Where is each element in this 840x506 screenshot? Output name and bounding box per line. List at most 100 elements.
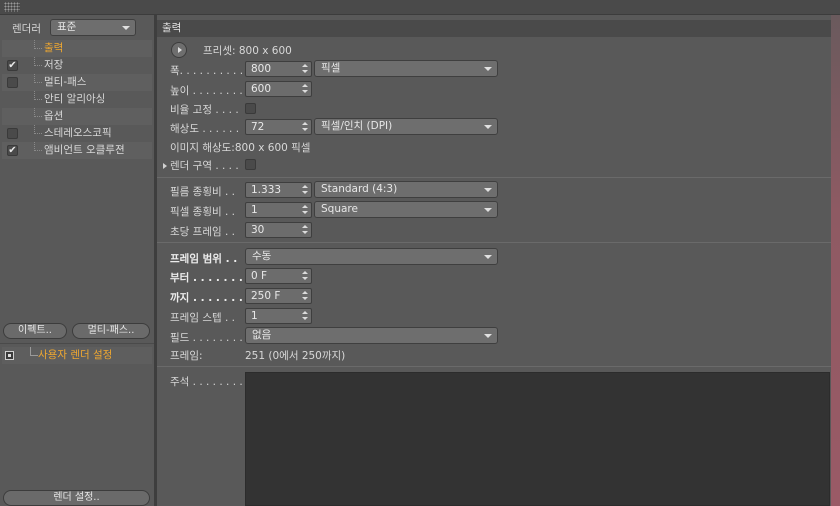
spinner-icon[interactable] <box>302 311 308 321</box>
to-value: 250 F <box>251 290 281 302</box>
resolution-unit-dropdown[interactable]: 픽셀/인치 (DPI) <box>314 118 498 135</box>
notes-textarea[interactable] <box>245 372 830 506</box>
resolution-label: 해상도 . . . . . . <box>170 123 240 135</box>
resolution-value: 72 <box>251 121 265 133</box>
fps-label: 초당 프레임 . . <box>170 226 235 238</box>
spinner-icon[interactable] <box>302 225 308 235</box>
pixel-aspect-field[interactable]: 1 <box>245 202 312 218</box>
from-field[interactable]: 0 F <box>245 268 312 284</box>
field-dropdown[interactable]: 없음 <box>245 327 498 344</box>
lock-ratio-label: 비율 고정 . . . . <box>170 104 239 116</box>
chevron-down-icon <box>122 26 130 30</box>
renderer-value: 표준 <box>57 21 77 33</box>
list-item-label: 저장 <box>44 59 64 71</box>
image-resolution-text: 이미지 해상도:800 x 600 픽셀 <box>170 142 311 154</box>
tree-connector-icon <box>34 74 42 83</box>
preset-play-icon[interactable] <box>171 42 187 58</box>
list-item-label: 스테레오스코픽 <box>44 127 112 139</box>
render-setting-marker-icon <box>5 351 14 360</box>
spinner-icon[interactable] <box>302 205 308 215</box>
frame-range-dropdown[interactable]: 수동 <box>245 248 498 265</box>
spinner-icon[interactable] <box>302 64 308 74</box>
render-region-checkbox[interactable] <box>245 159 256 170</box>
fps-field[interactable]: 30 <box>245 222 312 238</box>
list-item-ambient-occlusion[interactable]: ✔ 앰비언트 오클루젼 <box>2 142 152 159</box>
frames-value: 251 (0에서 250까지) <box>245 350 346 362</box>
film-aspect-preset: Standard (4:3) <box>321 183 398 195</box>
check-icon: ✔ <box>8 60 17 71</box>
field-value: 없음 <box>252 329 272 341</box>
width-label: 폭. . . . . . . . . . . <box>170 65 250 77</box>
list-item-multipass[interactable]: 멀티-패스 <box>2 74 152 91</box>
from-value: 0 F <box>251 270 268 282</box>
width-value: 800 <box>251 63 272 75</box>
effects-button[interactable]: 이펙트.. <box>3 323 67 339</box>
list-item-output[interactable]: 출력 <box>2 40 152 57</box>
render-setting-item[interactable]: 사용자 렌더 설정 <box>2 347 152 364</box>
film-aspect-field[interactable]: 1.333 <box>245 182 312 198</box>
save-checkbox[interactable]: ✔ <box>7 60 18 71</box>
multipass-button[interactable]: 멀티-패스.. <box>72 323 150 339</box>
height-field[interactable]: 600 <box>245 81 312 97</box>
width-field[interactable]: 800 <box>245 61 312 77</box>
frame-step-label: 프레임 스텝 . . <box>170 312 235 324</box>
width-unit-dropdown[interactable]: 픽셀 <box>314 60 498 77</box>
section-divider <box>157 242 840 243</box>
chevron-down-icon <box>484 188 492 192</box>
top-bar <box>0 0 840 15</box>
spinner-icon[interactable] <box>302 291 308 301</box>
section-divider <box>157 366 840 367</box>
render-region-label: 렌더 구역 . . . . <box>170 160 239 172</box>
frame-step-value: 1 <box>251 310 258 322</box>
height-label: 높이 . . . . . . . . . <box>170 85 250 97</box>
pixel-aspect-dropdown[interactable]: Square <box>314 201 498 218</box>
to-field[interactable]: 250 F <box>245 288 312 304</box>
spinner-icon[interactable] <box>302 185 308 195</box>
renderer-dropdown[interactable]: 표준 <box>50 19 136 36</box>
film-aspect-dropdown[interactable]: Standard (4:3) <box>314 181 498 198</box>
ambient-occlusion-checkbox[interactable]: ✔ <box>7 145 18 156</box>
spinner-icon[interactable] <box>302 271 308 281</box>
frames-label: 프레임: <box>170 350 203 362</box>
spinner-icon[interactable] <box>302 122 308 132</box>
frame-range-value: 수동 <box>252 250 272 262</box>
pixel-aspect-preset: Square <box>321 203 358 215</box>
resolution-unit-value: 픽셀/인치 (DPI) <box>321 120 393 132</box>
width-unit-value: 픽셀 <box>321 62 341 74</box>
expand-triangle-icon[interactable] <box>163 163 167 169</box>
list-item-options[interactable]: 옵션 <box>2 108 152 125</box>
pixel-aspect-value: 1 <box>251 204 258 216</box>
pixel-aspect-label: 픽셀 종횡비 . . <box>170 206 235 218</box>
chevron-down-icon <box>484 334 492 338</box>
lock-ratio-checkbox[interactable] <box>245 103 256 114</box>
section-divider <box>157 177 840 178</box>
drag-grip-icon[interactable] <box>4 2 20 12</box>
render-settings-list: 출력 ✔ 저장 멀티-패스 안티 알리아싱 옵션 스테레오스코픽 ✔ 앰비언트 … <box>2 40 152 159</box>
resolution-field[interactable]: 72 <box>245 119 312 135</box>
chevron-down-icon <box>484 125 492 129</box>
spinner-icon[interactable] <box>302 84 308 94</box>
list-item-save[interactable]: ✔ 저장 <box>2 57 152 74</box>
list-item-stereoscopic[interactable]: 스테레오스코픽 <box>2 125 152 142</box>
render-settings-button[interactable]: 렌더 설정.. <box>3 490 150 506</box>
multipass-checkbox[interactable] <box>7 77 18 88</box>
background-edge <box>831 15 840 506</box>
list-item-label: 멀티-패스 <box>44 76 87 88</box>
height-value: 600 <box>251 83 272 95</box>
frame-step-field[interactable]: 1 <box>245 308 312 324</box>
list-item-antialiasing[interactable]: 안티 알리아싱 <box>2 91 152 108</box>
chevron-down-icon <box>484 255 492 259</box>
tree-connector-icon <box>34 40 42 49</box>
tree-connector-icon <box>30 347 38 356</box>
section-title: 출력 <box>157 20 833 37</box>
stereoscopic-checkbox[interactable] <box>7 128 18 139</box>
left-panel: 렌더러 표준 출력 ✔ 저장 멀티-패스 안티 알리아싱 옵션 스테레오스코픽 … <box>0 15 154 506</box>
field-label: 필드 . . . . . . . . . <box>170 332 250 344</box>
tree-connector-icon <box>34 91 42 100</box>
divider <box>0 343 154 344</box>
render-setting-label: 사용자 렌더 설정 <box>38 349 113 361</box>
renderer-label: 렌더러 <box>12 23 41 35</box>
tree-connector-icon <box>34 108 42 117</box>
list-item-label: 출력 <box>44 42 64 54</box>
chevron-down-icon <box>484 208 492 212</box>
